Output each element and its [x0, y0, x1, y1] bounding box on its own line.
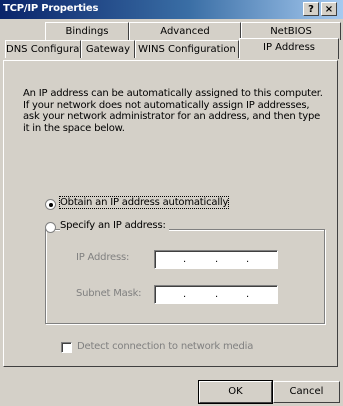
specify-ip-radio[interactable]	[45, 222, 56, 233]
subnet-mask-field[interactable]: ...	[154, 285, 278, 304]
cancel-button[interactable]: Cancel	[273, 381, 340, 403]
detect-media-label[interactable]: Detect connection to network media	[77, 341, 253, 352]
window-title: TCP/IP Properties	[3, 3, 99, 14]
obtain-automatically-label[interactable]: Obtain an IP address automatically	[58, 196, 230, 209]
ip-address-label: IP Address:	[76, 252, 130, 263]
specify-ip-label[interactable]: Specify an IP address:	[60, 220, 169, 231]
ip-address-field[interactable]: ...	[154, 250, 278, 269]
subnet-mask-label: Subnet Mask:	[76, 288, 142, 299]
description-text: An IP address can be automatically assig…	[23, 88, 323, 134]
tab-ip-address[interactable]: IP Address	[239, 38, 339, 59]
title-bar: TCP/IP Properties ? ×	[0, 0, 343, 19]
obtain-automatically-radio[interactable]	[45, 199, 56, 210]
tab-gateway[interactable]: Gateway	[81, 40, 135, 58]
detect-media-checkbox[interactable]	[61, 342, 72, 353]
help-button[interactable]: ?	[303, 2, 319, 16]
tab-wins-configuration[interactable]: WINS Configuration	[135, 40, 239, 58]
close-button[interactable]: ×	[321, 2, 337, 16]
tab-dns-configuration[interactable]: DNS Configuration	[5, 40, 81, 58]
radio-selected-dot	[48, 202, 53, 207]
specify-ip-groupbox	[45, 229, 325, 324]
ok-button[interactable]: OK	[198, 380, 273, 404]
tab-advanced[interactable]: Advanced	[129, 22, 241, 40]
tcpip-properties-dialog: TCP/IP Properties ? × Bindings Advanced …	[0, 0, 343, 406]
tab-bindings[interactable]: Bindings	[45, 22, 129, 40]
